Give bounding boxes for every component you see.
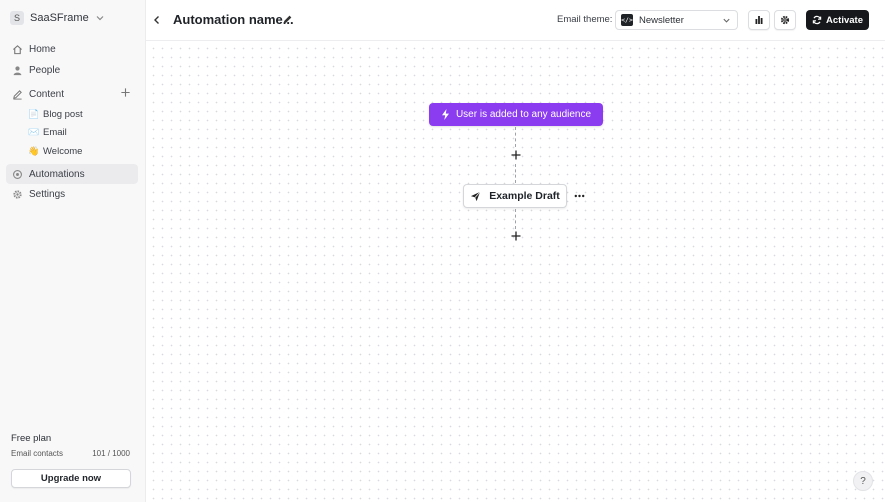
sidebar-item-settings[interactable]: Settings	[6, 184, 138, 204]
refresh-icon	[812, 15, 822, 25]
chevron-down-icon	[723, 18, 730, 23]
add-step-button[interactable]	[510, 149, 522, 161]
activate-button[interactable]: Activate	[806, 10, 869, 30]
sidebar-item-home[interactable]: Home	[6, 39, 138, 59]
analytics-button[interactable]	[748, 10, 770, 30]
sidebar-item-label: People	[29, 64, 61, 76]
email-theme-select[interactable]: </> Newsletter	[615, 10, 738, 30]
plus-icon	[511, 150, 521, 160]
pencil-icon	[13, 89, 22, 100]
sidebar-item-label: Automations	[29, 168, 85, 180]
bar-chart-icon	[755, 16, 763, 24]
content-item-blog-post[interactable]: 📄 Blog post	[28, 106, 83, 122]
trigger-label: User is added to any audience	[455, 109, 592, 120]
add-content-button[interactable]	[119, 87, 132, 100]
plus-icon	[511, 231, 521, 241]
sidebar-item-label: Content	[29, 88, 65, 100]
automation-icon	[13, 169, 22, 179]
more-options-icon[interactable]	[574, 191, 585, 201]
content-item-label: Email	[43, 126, 67, 138]
content-item-email[interactable]: ✉️ Email	[28, 124, 67, 140]
settings-button[interactable]	[774, 10, 796, 30]
chevron-left-icon[interactable]	[151, 14, 163, 26]
code-icon: </>	[621, 14, 633, 26]
flow-connector	[515, 164, 516, 183]
send-icon	[471, 191, 481, 201]
pencil-icon[interactable]	[282, 14, 293, 25]
plus-icon	[121, 88, 130, 97]
workspace-avatar: S	[10, 11, 24, 25]
trigger-node[interactable]: User is added to any audience	[429, 103, 603, 126]
content-item-welcome[interactable]: 👋 Welcome	[28, 143, 82, 159]
sidebar-item-people[interactable]: People	[6, 60, 138, 80]
workspace-name: SaaSFrame	[30, 12, 89, 24]
home-icon	[13, 44, 22, 54]
flow-connector	[515, 209, 516, 229]
gear-icon	[780, 15, 790, 25]
chevron-down-icon	[96, 16, 104, 21]
contacts-count: 101 / 1000	[92, 449, 130, 458]
sidebar: S SaaSFrame Home People Content 📄 Blog p…	[0, 0, 146, 502]
document-icon: 📄	[28, 108, 40, 119]
content-item-label: Blog post	[43, 108, 83, 120]
upgrade-button[interactable]: Upgrade now	[11, 469, 131, 488]
email-theme-value: Newsletter	[639, 14, 684, 26]
sidebar-item-label: Settings	[29, 188, 66, 200]
plan-name: Free plan	[11, 433, 52, 444]
envelope-icon: ✉️	[28, 126, 40, 137]
contacts-label: Email contacts	[11, 449, 64, 458]
workspace-switcher[interactable]: S SaaSFrame	[10, 9, 105, 27]
email-theme-label: Email theme:	[557, 14, 613, 25]
page-title[interactable]: Automation name...	[173, 12, 294, 27]
sidebar-item-label: Home	[29, 43, 56, 55]
email-step-node[interactable]: Example Draft	[463, 184, 567, 208]
content-item-label: Welcome	[43, 145, 83, 157]
sidebar-item-automations[interactable]: Automations	[6, 164, 138, 184]
activate-label: Activate	[826, 14, 863, 26]
header: Automation name... Email theme: </> News…	[146, 0, 885, 41]
step-label: Example Draft	[489, 190, 560, 202]
person-icon	[13, 65, 22, 75]
lightning-icon	[441, 109, 449, 120]
add-step-button[interactable]	[510, 230, 522, 242]
waving-hand-icon: 👋	[28, 145, 40, 156]
flow-connector	[515, 127, 516, 147]
help-button[interactable]: ?	[853, 471, 873, 491]
gear-icon	[13, 189, 22, 199]
